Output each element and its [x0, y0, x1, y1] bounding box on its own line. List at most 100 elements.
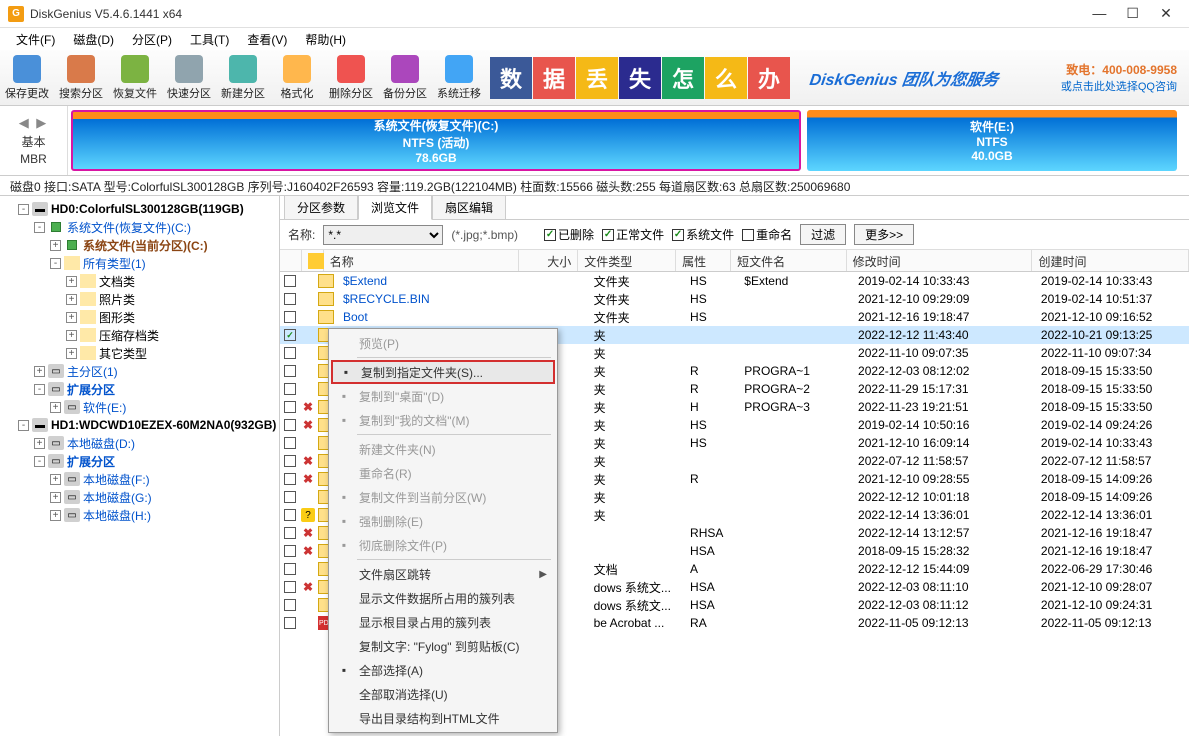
expand-icon[interactable]: -	[18, 204, 29, 215]
row-checkbox[interactable]	[284, 419, 296, 431]
toolbar-button[interactable]: 新建分区	[216, 50, 270, 105]
context-menu-item[interactable]: ▪复制到指定文件夹(S)...	[331, 360, 555, 384]
col-check[interactable]	[280, 250, 302, 271]
checkbox-normal[interactable]: ✓正常文件	[602, 226, 664, 243]
expand-icon[interactable]: +	[50, 492, 61, 503]
row-checkbox[interactable]	[284, 437, 296, 449]
context-menu-item[interactable]: 文件扇区跳转▶	[331, 562, 555, 586]
expand-icon[interactable]: +	[50, 510, 61, 521]
toolbar-button[interactable]: 备份分区	[378, 50, 432, 105]
row-checkbox[interactable]	[284, 527, 296, 539]
menu-item[interactable]: 分区(P)	[124, 29, 180, 50]
tree-node[interactable]: -▬HD1:WDCWD10EZEX-60M2NA0(932GB)	[2, 416, 277, 434]
row-checkbox[interactable]	[284, 347, 296, 359]
col-type[interactable]: 文件类型	[578, 250, 676, 271]
expand-icon[interactable]: -	[34, 456, 45, 467]
expand-icon[interactable]: +	[50, 240, 61, 251]
banner-contact[interactable]: 致电：400-008-9958 或点击此处选择QQ咨询	[1061, 61, 1177, 94]
file-row[interactable]: $Extend文件夹HS$Extend2019-02-14 10:33:4320…	[280, 272, 1189, 290]
tree-pane[interactable]: -▬HD0:ColorfulSL300128GB(119GB)-系统文件(恢复文…	[0, 196, 280, 736]
row-checkbox[interactable]	[284, 545, 296, 557]
expand-icon[interactable]: -	[34, 384, 45, 395]
minimize-button[interactable]: —	[1084, 5, 1114, 21]
filter-button[interactable]: 过滤	[800, 224, 846, 245]
context-menu-item[interactable]: 显示文件数据所占用的簇列表	[331, 586, 555, 610]
menu-item[interactable]: 查看(V)	[239, 29, 295, 50]
row-checkbox[interactable]	[284, 509, 296, 521]
expand-icon[interactable]: +	[66, 312, 77, 323]
expand-icon[interactable]: +	[66, 276, 77, 287]
disk-nav[interactable]: ◀ ▶ 基本 MBR	[0, 106, 68, 175]
row-checkbox[interactable]	[284, 401, 296, 413]
expand-icon[interactable]: -	[34, 222, 45, 233]
row-checkbox[interactable]	[284, 455, 296, 467]
tree-node[interactable]: +压缩存档类	[2, 326, 277, 344]
tree-node[interactable]: +系统文件(当前分区)(C:)	[2, 236, 277, 254]
row-checkbox[interactable]	[284, 275, 296, 287]
tree-node[interactable]: +图形类	[2, 308, 277, 326]
expand-icon[interactable]: +	[34, 366, 45, 377]
file-row[interactable]: Boot文件夹HS2021-12-16 19:18:472021-12-10 0…	[280, 308, 1189, 326]
row-checkbox[interactable]	[284, 581, 296, 593]
close-button[interactable]: ✕	[1151, 5, 1181, 22]
tab[interactable]: 扇区编辑	[432, 195, 506, 219]
row-checkbox[interactable]	[284, 491, 296, 503]
menu-item[interactable]: 磁盘(D)	[65, 29, 122, 50]
menu-item[interactable]: 帮助(H)	[297, 29, 354, 50]
toolbar-button[interactable]: 系统迁移	[432, 50, 486, 105]
row-checkbox[interactable]	[284, 311, 296, 323]
toolbar-button[interactable]: 格式化	[270, 50, 324, 105]
toolbar-button[interactable]: 保存更改	[0, 50, 54, 105]
menu-item[interactable]: 工具(T)	[182, 29, 237, 50]
tree-node[interactable]: -▬HD0:ColorfulSL300128GB(119GB)	[2, 200, 277, 218]
tree-node[interactable]: +▭本地磁盘(F:)	[2, 470, 277, 488]
up-folder-icon[interactable]	[308, 253, 324, 269]
tree-node[interactable]: +▭主分区(1)	[2, 362, 277, 380]
context-menu-item[interactable]: 显示根目录占用的簇列表	[331, 610, 555, 634]
more-button[interactable]: 更多>>	[854, 224, 914, 245]
maximize-button[interactable]: ☐	[1118, 5, 1148, 22]
context-menu-item[interactable]: 复制文字: "Fylog" 到剪贴板(C)	[331, 634, 555, 658]
tree-node[interactable]: +其它类型	[2, 344, 277, 362]
menu-item[interactable]: 文件(F)	[8, 29, 63, 50]
tree-node[interactable]: +▭本地磁盘(D:)	[2, 434, 277, 452]
expand-icon[interactable]: +	[66, 330, 77, 341]
toolbar-button[interactable]: 恢复文件	[108, 50, 162, 105]
row-checkbox[interactable]: ✓	[284, 329, 296, 341]
expand-icon[interactable]: +	[50, 474, 61, 485]
toolbar-button[interactable]: 删除分区	[324, 50, 378, 105]
tree-node[interactable]: +▭软件(E:)	[2, 398, 277, 416]
partition-e[interactable]: 软件(E:) NTFS 40.0GB	[807, 110, 1177, 171]
expand-icon[interactable]: +	[66, 348, 77, 359]
col-modified[interactable]: 修改时间	[847, 250, 1033, 271]
tree-node[interactable]: +文档类	[2, 272, 277, 290]
file-row[interactable]: $RECYCLE.BIN文件夹HS2021-12-10 09:29:092019…	[280, 290, 1189, 308]
tree-node[interactable]: -所有类型(1)	[2, 254, 277, 272]
tree-node[interactable]: +照片类	[2, 290, 277, 308]
tree-node[interactable]: -▭扩展分区	[2, 452, 277, 470]
file-list[interactable]: $Extend文件夹HS$Extend2019-02-14 10:33:4320…	[280, 272, 1189, 736]
context-menu-item[interactable]: 导出目录结构到HTML文件	[331, 706, 555, 730]
row-checkbox[interactable]	[284, 383, 296, 395]
toolbar-button[interactable]: 快速分区	[162, 50, 216, 105]
tree-node[interactable]: +▭本地磁盘(G:)	[2, 488, 277, 506]
row-checkbox[interactable]	[284, 365, 296, 377]
col-attr[interactable]: 属性	[676, 250, 731, 271]
checkbox-deleted[interactable]: ✓已删除	[544, 226, 594, 243]
tree-node[interactable]: -▭扩展分区	[2, 380, 277, 398]
tree-node[interactable]: +▭本地磁盘(H:)	[2, 506, 277, 524]
row-checkbox[interactable]	[284, 599, 296, 611]
col-size[interactable]: 大小	[519, 250, 578, 271]
expand-icon[interactable]: -	[50, 258, 61, 269]
row-checkbox[interactable]	[284, 617, 296, 629]
checkbox-rename[interactable]: 重命名	[742, 226, 792, 243]
expand-icon[interactable]: +	[66, 294, 77, 305]
row-checkbox[interactable]	[284, 293, 296, 305]
expand-icon[interactable]: +	[50, 402, 61, 413]
toolbar-button[interactable]: 搜索分区	[54, 50, 108, 105]
row-checkbox[interactable]	[284, 563, 296, 575]
expand-icon[interactable]: +	[34, 438, 45, 449]
tab[interactable]: 浏览文件	[358, 195, 432, 220]
context-menu-item[interactable]: ▪全部选择(A)	[331, 658, 555, 682]
row-checkbox[interactable]	[284, 473, 296, 485]
